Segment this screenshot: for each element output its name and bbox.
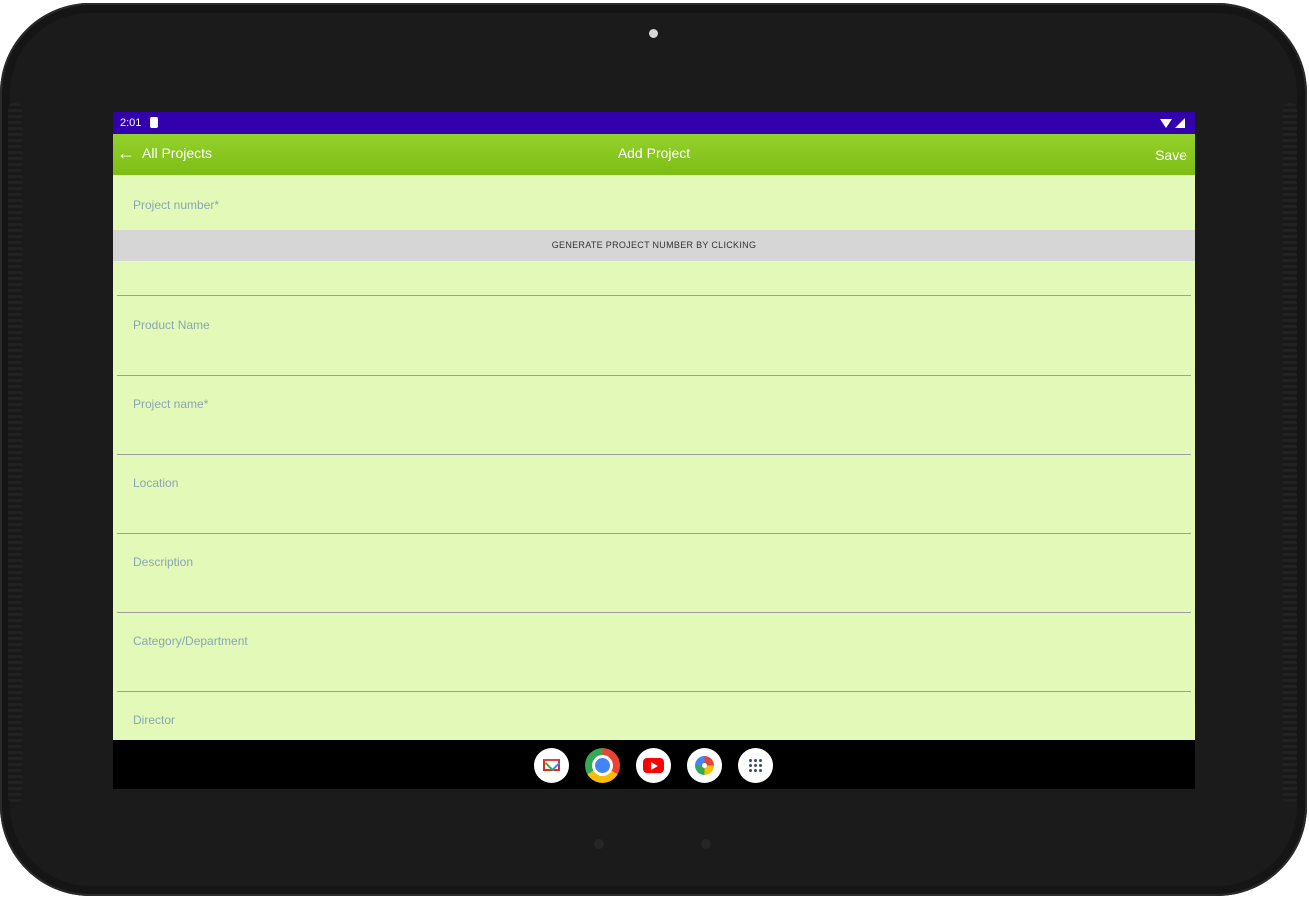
status-time: 2:01 <box>120 117 142 129</box>
category-department-underline <box>117 691 1191 692</box>
status-bar: 2:01 <box>113 112 1195 134</box>
add-project-form: Project number* GENERATE PROJECT NUMBER … <box>113 175 1195 740</box>
description-underline <box>117 612 1191 613</box>
wifi-icon <box>1160 118 1172 128</box>
page-title: Add Project <box>617 145 691 161</box>
clipboard-icon <box>150 117 158 128</box>
tablet-frame: 2:01 ← All Projects Add Project Save Pro… <box>0 3 1307 896</box>
project-name-underline <box>117 454 1191 455</box>
status-indicators <box>1160 112 1185 134</box>
dock-bar <box>113 740 1195 789</box>
product-name-field[interactable]: Product Name <box>133 318 210 332</box>
generate-project-number-button[interactable]: GENERATE PROJECT NUMBER BY CLICKING <box>113 230 1195 261</box>
apps-grid <box>749 759 762 772</box>
project-number-underline[interactable] <box>117 295 1191 296</box>
photos-icon[interactable] <box>687 748 722 783</box>
description-field[interactable]: Description <box>133 555 193 569</box>
sensor-right <box>701 839 711 849</box>
project-name-field[interactable]: Project name* <box>133 397 208 411</box>
chrome-icon[interactable] <box>585 748 620 783</box>
front-camera <box>649 29 658 38</box>
youtube-icon[interactable] <box>636 748 671 783</box>
save-button[interactable]: Save <box>1155 147 1187 163</box>
sensor-left <box>594 839 604 849</box>
signal-icon <box>1175 118 1185 128</box>
category-department-field[interactable]: Category/Department <box>133 634 248 648</box>
location-underline <box>117 533 1191 534</box>
location-field[interactable]: Location <box>133 476 178 490</box>
speaker-grille-right <box>1283 103 1297 803</box>
youtube-play <box>643 758 664 773</box>
app-bar: ← All Projects Add Project Save <box>113 134 1195 175</box>
project-number-label: Project number* <box>133 198 220 212</box>
speaker-grille-left <box>8 103 22 803</box>
director-field[interactable]: Director <box>133 713 175 727</box>
gmail-envelope <box>543 759 560 771</box>
gmail-icon[interactable] <box>534 748 569 783</box>
product-name-underline <box>117 375 1191 376</box>
photos-pinwheel <box>695 756 714 775</box>
app-drawer-icon[interactable] <box>738 748 773 783</box>
screen: 2:01 ← All Projects Add Project Save Pro… <box>113 112 1195 789</box>
